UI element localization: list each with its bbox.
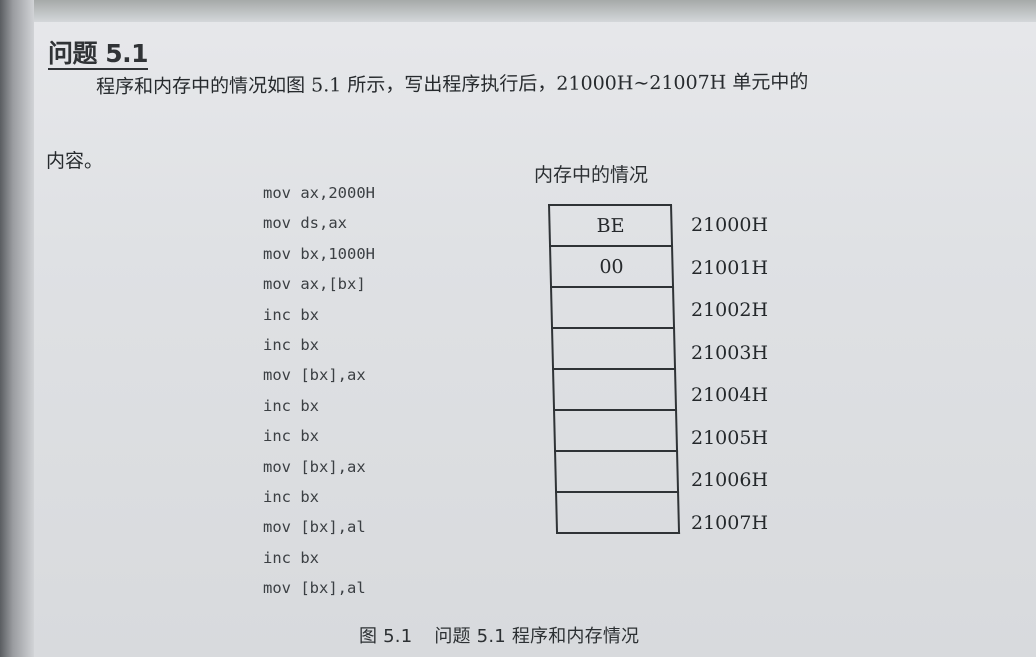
problem-title: 问题 5.1 (48, 39, 149, 68)
code-line: mov bx,1000H (263, 244, 375, 263)
figure-caption-text: 问题 5.1 程序和内存情况 (434, 626, 640, 647)
book-spine-shadow (0, 0, 34, 657)
code-line: mov ds,ax (263, 214, 347, 233)
memory-cell-21005h (554, 410, 678, 451)
figure-caption: 图 5.1 问题 5.1 程序和内存情况 (359, 622, 639, 648)
memory-cell-21000h: BE (549, 205, 673, 246)
memory-address-label: 21000H (691, 214, 769, 236)
memory-address-labels: 21000H 21001H 21002H 21003H 21004H 21005… (691, 204, 768, 544)
memory-cell-21001h: 00 (550, 246, 674, 287)
problem-statement-line-2: 内容。 (46, 150, 104, 172)
figure-number: 图 5.1 (359, 626, 413, 647)
memory-cells-table: BE 00 (548, 204, 680, 534)
memory-diagram-title: 内存中的情况 (534, 164, 649, 186)
memory-address-label: 21007H (691, 511, 769, 534)
assembly-code-listing: mov ax,2000H mov ds,ax mov bx,1000H mov … (263, 178, 375, 603)
memory-address-label: 21003H (691, 341, 769, 364)
code-line: inc bx (263, 396, 319, 415)
code-line: mov [bx],ax (263, 366, 366, 385)
code-line: inc bx (263, 487, 319, 506)
code-line: inc bx (263, 335, 319, 354)
memory-address-label: 21005H (691, 426, 769, 449)
memory-cell-21004h (553, 369, 677, 410)
code-line: inc bx (263, 548, 319, 567)
code-line: mov ax,[bx] (263, 275, 366, 294)
memory-address-label: 21004H (691, 384, 769, 406)
code-line: inc bx (263, 427, 319, 446)
code-line: mov [bx],al (263, 518, 366, 537)
problem-statement-line-1: 程序和内存中的情况如图 5.1 所示，写出程序执行后，21000H~21007H… (96, 71, 809, 98)
memory-cell-21003h (552, 328, 676, 369)
memory-cell-21007h (556, 492, 680, 533)
textbook-page: 问题 5.1 程序和内存中的情况如图 5.1 所示，写出程序执行后，21000H… (0, 0, 1036, 657)
code-line: inc bx (263, 305, 319, 324)
code-line: mov [bx],al (263, 579, 366, 598)
code-line: mov [bx],ax (263, 457, 366, 476)
memory-cell-21006h (555, 451, 679, 492)
code-line: mov ax,2000H (263, 184, 375, 202)
memory-address-label: 21006H (691, 469, 769, 491)
memory-cell-21002h (551, 287, 675, 328)
memory-address-label: 21001H (691, 256, 769, 279)
memory-address-label: 21002H (691, 299, 769, 321)
